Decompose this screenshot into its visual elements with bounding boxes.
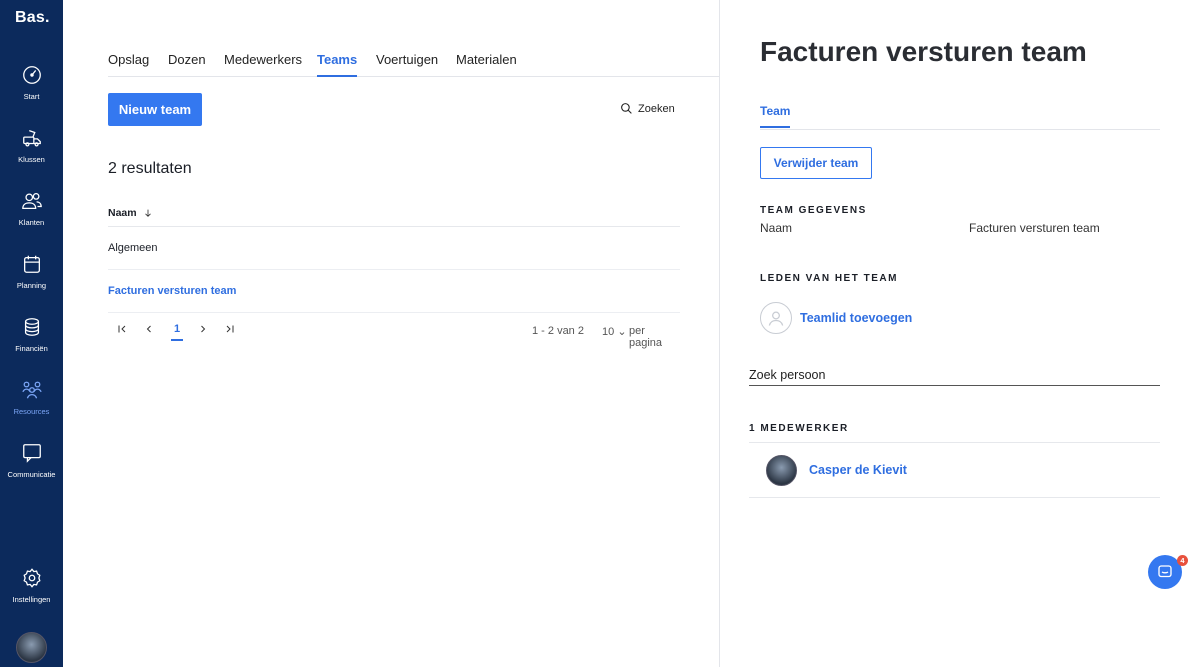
results-count: 2 resultaten: [108, 160, 192, 177]
jobs-icon: [22, 130, 41, 147]
sort-arrow-down-icon: [144, 209, 151, 217]
tab-materialen[interactable]: Materialen: [456, 52, 517, 75]
next-page-button[interactable]: [197, 323, 209, 338]
sidebar-item-start[interactable]: Start: [0, 64, 63, 101]
panel-title: Facturen versturen team: [760, 36, 1087, 67]
page-number-current[interactable]: 1: [171, 323, 183, 341]
page-range: 1 - 2 van 2: [532, 325, 584, 337]
tab-team[interactable]: Team: [760, 104, 791, 128]
sidebar-item-planning[interactable]: Planning: [0, 253, 63, 290]
notification-badge: 4: [1177, 555, 1188, 566]
page-size-select[interactable]: 10 ⌄: [602, 325, 627, 338]
table-row-selected[interactable]: Facturen versturen team: [108, 270, 680, 313]
chat-bubble-icon: [1158, 565, 1172, 578]
column-header-naam[interactable]: Naam: [108, 200, 680, 227]
logo[interactable]: Bas.: [15, 9, 50, 27]
sidebar-item-label: Communicatie: [7, 470, 56, 479]
sidebar-item-communicatie[interactable]: Communicatie: [0, 442, 63, 479]
search-person-input[interactable]: [749, 364, 1160, 386]
customers-icon: [21, 193, 42, 209]
prev-page-button[interactable]: [143, 323, 155, 338]
sidebar-item-label: Klussen: [18, 155, 45, 164]
table-row[interactable]: Algemeen: [108, 227, 680, 270]
member-name: Casper de Kievit: [809, 463, 907, 477]
delete-team-button[interactable]: Verwijder team: [760, 147, 872, 179]
per-page-label: per pagina: [629, 325, 663, 349]
tab-teams[interactable]: Teams: [317, 52, 358, 77]
sidebar-item-label: Klanten: [18, 218, 45, 227]
tab-voertuigen[interactable]: Voertuigen: [376, 52, 438, 75]
panel-tab-bar: Team: [760, 104, 1160, 130]
avatar: [766, 454, 797, 486]
tab-bar: Opslag Dozen Medewerkers Teams Voertuige…: [108, 52, 719, 77]
sidebar-item-instellingen[interactable]: Instellingen: [0, 567, 63, 604]
sidebar-item-resources[interactable]: Resources: [0, 379, 63, 416]
team-details-heading: TEAM GEGEVENS: [760, 205, 867, 216]
sidebar-item-label: Start: [23, 92, 40, 101]
last-page-icon: [226, 325, 234, 333]
first-page-button[interactable]: [116, 323, 128, 338]
coins-icon: [24, 318, 39, 336]
calendar-icon: [23, 255, 40, 273]
sidebar-item-label: Financiën: [15, 344, 48, 353]
column-header-label: Naam: [108, 207, 137, 219]
sidebar-item-label: Planning: [16, 281, 47, 290]
sidebar-item-klussen[interactable]: Klussen: [0, 127, 63, 164]
resources-icon: [21, 381, 42, 399]
sidebar-item-label: Resources: [13, 407, 50, 416]
first-page-icon: [118, 325, 126, 333]
team-name-value: Facturen versturen team: [969, 221, 1100, 235]
dashboard-icon: [22, 66, 41, 84]
add-member-button[interactable]: Teamlid toevoegen: [760, 302, 912, 334]
team-members-heading: LEDEN VAN HET TEAM: [760, 273, 898, 284]
tab-medewerkers[interactable]: Medewerkers: [224, 52, 302, 75]
search-button[interactable]: Zoeken: [620, 102, 675, 115]
user-placeholder-icon: [760, 302, 792, 334]
page-size-value: 10: [602, 326, 615, 338]
sidebar-item-klanten[interactable]: Klanten: [0, 190, 63, 227]
gear-icon: [22, 568, 41, 588]
search-icon: [621, 103, 632, 114]
teams-table: Naam Algemeen Facturen versturen team: [108, 200, 680, 313]
tab-dozen[interactable]: Dozen: [168, 52, 206, 75]
panel-divider: [719, 0, 720, 667]
team-name-label: Naam: [760, 221, 793, 235]
pagination: 1 1 - 2 van 2 10 ⌄ per pagina: [108, 320, 680, 349]
sidebar-item-financien[interactable]: Financiën: [0, 316, 63, 353]
chevron-down-icon: ⌄: [617, 326, 627, 338]
sidebar-item-label: Instellingen: [12, 595, 51, 604]
last-page-button[interactable]: [224, 323, 236, 338]
employee-count-heading: 1 MEDEWERKER: [749, 423, 849, 434]
chevron-right-icon: [201, 325, 206, 333]
table-cell-name: Facturen versturen team: [108, 285, 237, 297]
list-item[interactable]: Casper de Kievit: [749, 443, 1160, 498]
new-team-button[interactable]: Nieuw team: [108, 93, 202, 126]
add-member-label: Teamlid toevoegen: [800, 311, 913, 325]
chevron-left-icon: [146, 325, 151, 333]
sidebar: Bas. Start Klussen Klanten Planning Fina…: [0, 0, 63, 667]
table-cell-name: Algemeen: [108, 242, 158, 254]
user-avatar[interactable]: [16, 632, 47, 663]
search-label: Zoeken: [638, 102, 675, 115]
chat-icon: [22, 444, 41, 463]
tab-opslag[interactable]: Opslag: [108, 52, 149, 75]
